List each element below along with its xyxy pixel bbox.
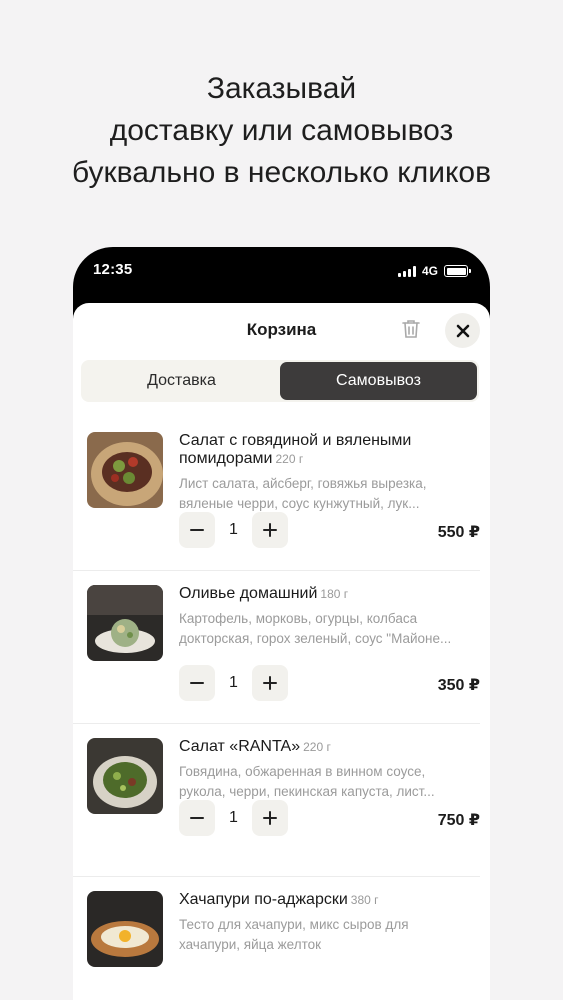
quantity-stepper: 1	[179, 800, 288, 836]
item-info: Салат с говядиной и вялеными помидорами 2…	[179, 432, 469, 514]
plus-icon	[263, 676, 277, 690]
cart-title: Корзина	[246, 320, 317, 339]
item-description: Лист салата, айсберг, говяжья вырезка, в…	[179, 476, 427, 511]
cart-header: Корзина	[73, 303, 490, 355]
item-description: Картофель, морковь, огурцы, колбаса докт…	[179, 611, 452, 646]
minus-icon	[190, 529, 204, 531]
plus-icon	[263, 523, 277, 537]
dish-photo	[87, 432, 163, 508]
item-info: Салат «RANTA» 220 г Говядина, обжаренная …	[179, 738, 469, 802]
headline-line-2: доставку или самовывоз	[109, 114, 454, 147]
item-info: Оливье домашний 180 г Картофель, морковь,…	[179, 585, 469, 649]
item-name: Хачапури по-аджарски 380 г	[179, 891, 469, 909]
quantity-stepper: 1	[179, 665, 288, 701]
quantity-value: 1	[229, 809, 238, 826]
item-description: Говядина, обжаренная в винном соусе, рук…	[179, 764, 435, 799]
increase-button[interactable]	[252, 665, 288, 701]
status-time: 12:35	[93, 261, 133, 278]
headline-line-1: Заказывай	[206, 72, 357, 105]
signal-icon	[397, 265, 416, 277]
item-name: Салат с говядиной и вялеными помидорами 2…	[179, 432, 469, 468]
item-price: 350 ₽	[437, 677, 480, 694]
quantity-value: 1	[229, 674, 238, 691]
dish-photo	[87, 585, 163, 661]
cart-item: Хачапури по-аджарски 380 г Тесто для хача…	[73, 877, 480, 1000]
increase-button[interactable]	[252, 800, 288, 836]
cart-sheet: Корзина Доставка Самовывоз Салат с говяд…	[73, 303, 490, 1000]
decrease-button[interactable]	[179, 800, 215, 836]
delivery-mode-toggle: Доставка Самовывоз	[81, 360, 479, 402]
item-info: Хачапури по-аджарски 380 г Тесто для хача…	[179, 891, 469, 955]
network-type: 4G	[421, 264, 438, 278]
item-title: Оливье домашний	[179, 585, 318, 602]
dish-photo	[87, 738, 163, 814]
quantity-stepper: 1	[179, 512, 288, 548]
item-description: Тесто для хачапури, микс сыров для хачап…	[179, 917, 409, 952]
plus-icon	[263, 811, 277, 825]
close-button[interactable]	[445, 313, 480, 348]
cart-item: Салат «RANTA» 220 г Говядина, обжаренная …	[73, 724, 480, 877]
item-weight: 180 г	[320, 587, 349, 601]
dish-photo	[87, 891, 163, 967]
status-bar: 12:35 4G	[73, 247, 490, 299]
increase-button[interactable]	[252, 512, 288, 548]
cart-item: Салат с говядиной и вялеными помидорами 2…	[73, 418, 480, 571]
battery-icon	[444, 265, 471, 277]
minus-icon	[190, 682, 204, 684]
item-title: Хачапури по-аджарски	[179, 891, 348, 908]
cart-items-list: Салат с говядиной и вялеными помидорами 2…	[73, 418, 490, 1000]
headline-line-3: буквально в несколько кликов	[71, 156, 492, 189]
quantity-value: 1	[229, 521, 238, 538]
item-title: Салат «RANTA»	[179, 738, 301, 755]
item-weight: 220 г	[275, 452, 304, 466]
cart-item: Оливье домашний 180 г Картофель, морковь,…	[73, 571, 480, 724]
minus-icon	[190, 817, 204, 819]
item-name: Салат «RANTA» 220 г	[179, 738, 469, 756]
item-weight: 380 г	[350, 893, 379, 907]
item-weight: 220 г	[303, 740, 331, 754]
promo-headline: Заказывай доставку или самовывоз букваль…	[0, 68, 563, 194]
status-indicators: 4G	[397, 264, 471, 278]
item-name: Оливье домашний 180 г	[179, 585, 469, 603]
tab-delivery[interactable]: Доставка	[83, 362, 280, 400]
item-price: 550 ₽	[437, 524, 480, 541]
trash-icon[interactable]	[399, 317, 423, 341]
phone-frame: 12:35 4G Корзина Доставка Самовывоз Сала…	[73, 247, 490, 1000]
close-icon	[456, 324, 469, 337]
tab-pickup[interactable]: Самовывоз	[280, 362, 477, 400]
item-price: 750 ₽	[437, 812, 480, 829]
decrease-button[interactable]	[179, 512, 215, 548]
decrease-button[interactable]	[179, 665, 215, 701]
